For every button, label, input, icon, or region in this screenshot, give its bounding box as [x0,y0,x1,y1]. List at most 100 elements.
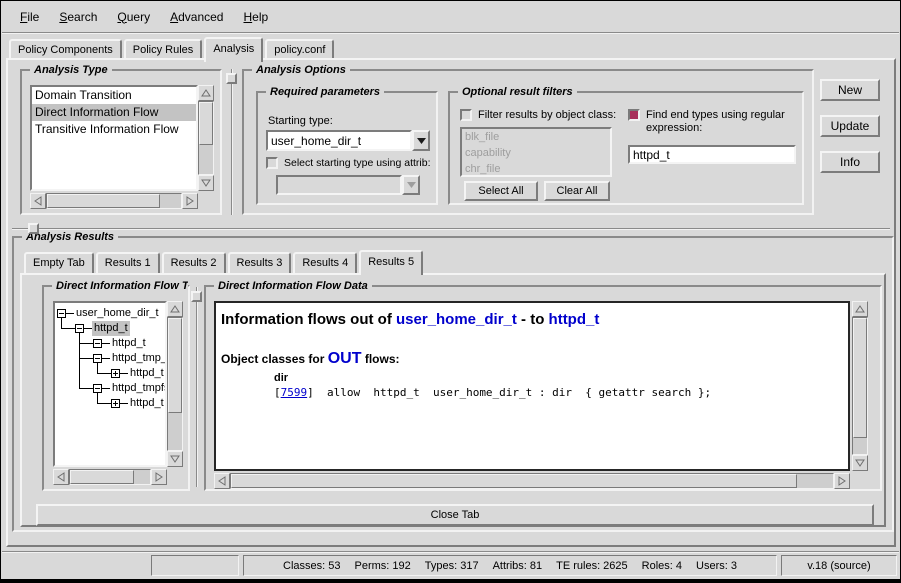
menu-help[interactable]: Help [233,6,278,28]
attrib-checkbox-label: Select starting type using attrib: [284,157,431,169]
clear-all-button[interactable]: Clear All [544,181,610,201]
attrib-entry[interactable] [276,175,402,195]
list-item-transitive-information-flow[interactable]: Transitive Information Flow [32,121,196,138]
collapse-icon[interactable] [93,384,102,393]
tab-policy-components[interactable]: Policy Components [9,39,122,60]
regex-checkbox-row: Find end types using regular expression: [628,109,798,135]
scrollbar-thumb[interactable] [70,470,134,484]
scrollbar-thumb[interactable] [47,194,160,208]
results-tab-results-1[interactable]: Results 1 [96,252,160,273]
tree-node-httpd-t[interactable]: httpd_t [92,321,130,336]
scrollbar-thumb[interactable] [853,318,867,438]
flow-data-text[interactable]: Information flows out of user_home_dir_t… [214,301,850,471]
scroll-down-button[interactable] [852,455,868,471]
menu-file[interactable]: File [10,6,49,28]
menu-advanced[interactable]: Advanced [160,6,233,28]
options-sash[interactable] [231,69,233,215]
status-bar: Classes: 53Perms: 192Types: 317Attribs: … [2,551,899,579]
expand-icon[interactable] [111,369,120,378]
collapse-icon[interactable] [93,339,102,348]
list-item-direct-information-flow[interactable]: Direct Information Flow [32,104,196,121]
rule-number-link[interactable]: 7599 [281,386,308,399]
scroll-left-button[interactable] [214,473,230,489]
collapse-icon[interactable] [57,309,66,318]
attrib-dropdown-button[interactable] [402,175,420,195]
find-end-types-regex-checkbox[interactable] [628,109,640,121]
scrollbar-thumb[interactable] [231,474,797,488]
tree-data-sash[interactable] [196,287,198,487]
update-button[interactable]: Update [820,115,880,137]
filter-by-class-label: Filter results by object class: [478,109,616,121]
results-sash-handle[interactable] [28,223,39,234]
info-button[interactable]: Info [820,151,880,173]
flow-tree-vscrollbar[interactable] [167,301,183,467]
tree-node-user-home-dir-t[interactable]: user_home_dir_t [74,306,161,321]
tree-node-httpd-tmp-t[interactable]: httpd_tmp_t [110,351,167,366]
tree-node-httpd-tmpfs-t[interactable]: httpd_tmpfs_t [110,381,167,396]
scrollbar-thumb[interactable] [199,102,213,145]
starting-type-dropdown-button[interactable] [412,130,430,151]
scroll-up-button[interactable] [167,301,183,317]
flow-data-vscrollbar[interactable] [852,301,868,471]
regex-entry[interactable] [628,145,796,164]
scrollbar-thumb[interactable] [168,318,182,413]
tree-data-sash-handle[interactable] [191,291,202,302]
scroll-down-button[interactable] [198,175,214,191]
flow-data-hscrollbar[interactable] [214,473,850,489]
expand-icon[interactable] [111,399,120,408]
attrib-checkbox[interactable] [266,157,278,169]
new-button[interactable]: New [820,79,880,101]
analysis-type-legend: Analysis Type [30,63,112,77]
menubar-separator [2,32,899,34]
close-tab-button[interactable]: Close Tab [36,504,874,526]
results-tab-results-5[interactable]: Results 5 [359,250,423,275]
list-item-domain-transition[interactable]: Domain Transition [32,87,196,104]
status-stat: Types: 317 [425,560,479,572]
scrollbar-trough[interactable] [230,473,834,489]
scroll-right-button[interactable] [151,469,167,485]
scroll-right-button[interactable] [182,193,198,209]
analysis-type-hscrollbar[interactable] [30,193,198,209]
scrollbar-trough[interactable] [852,317,868,455]
starting-type-entry[interactable] [266,130,412,151]
options-sash-handle[interactable] [226,73,237,84]
scrollbar-trough[interactable] [167,317,183,451]
scroll-left-button[interactable] [30,193,46,209]
scroll-right-button[interactable] [834,473,850,489]
scroll-up-icon [855,304,865,314]
tab-policy-rules[interactable]: Policy Rules [124,39,203,60]
select-all-button[interactable]: Select All [464,181,538,201]
menu-search[interactable]: Search [49,6,107,28]
scroll-left-icon [56,472,66,482]
collapse-icon[interactable] [93,354,102,363]
scrollbar-trough[interactable] [69,469,151,485]
scroll-left-button[interactable] [53,469,69,485]
results-tab-empty-tab[interactable]: Empty Tab [24,252,94,273]
scrollbar-trough[interactable] [46,193,182,209]
object-class-name: dir [274,372,848,384]
results-sash[interactable] [12,228,890,230]
scroll-up-button[interactable] [198,85,214,101]
results-tab-results-2[interactable]: Results 2 [162,252,226,273]
tree-node-httpd-t[interactable]: httpd_t [128,396,166,411]
flow-tree-hscrollbar[interactable] [53,469,167,485]
results-tab-results-4[interactable]: Results 4 [293,252,357,273]
analysis-type-listbox[interactable]: Domain TransitionDirect Information Flow… [30,85,198,191]
tab-policy-conf[interactable]: policy.conf [265,39,334,60]
tree-node-httpd-t[interactable]: httpd_t [110,336,148,351]
scrollbar-trough[interactable] [198,101,214,175]
results-tab-results-3[interactable]: Results 3 [228,252,292,273]
flow-source-type: user_home_dir_t [396,311,517,328]
analysis-options-group: Analysis Options Required parameters Sta… [242,69,814,215]
scroll-down-button[interactable] [167,451,183,467]
scroll-down-icon [855,458,865,468]
tree-node-httpd-t[interactable]: httpd_t [128,366,166,381]
scroll-up-button[interactable] [852,301,868,317]
flow-tree[interactable]: user_home_dir_thttpd_thttpd_thttpd_tmp_t… [53,301,167,467]
tab-analysis[interactable]: Analysis [204,37,263,62]
filter-by-class-checkbox[interactable] [460,109,472,121]
menu-query[interactable]: Query [107,6,160,28]
scroll-left-icon [217,476,227,486]
collapse-icon[interactable] [75,324,84,333]
analysis-type-vscrollbar[interactable] [198,85,214,191]
